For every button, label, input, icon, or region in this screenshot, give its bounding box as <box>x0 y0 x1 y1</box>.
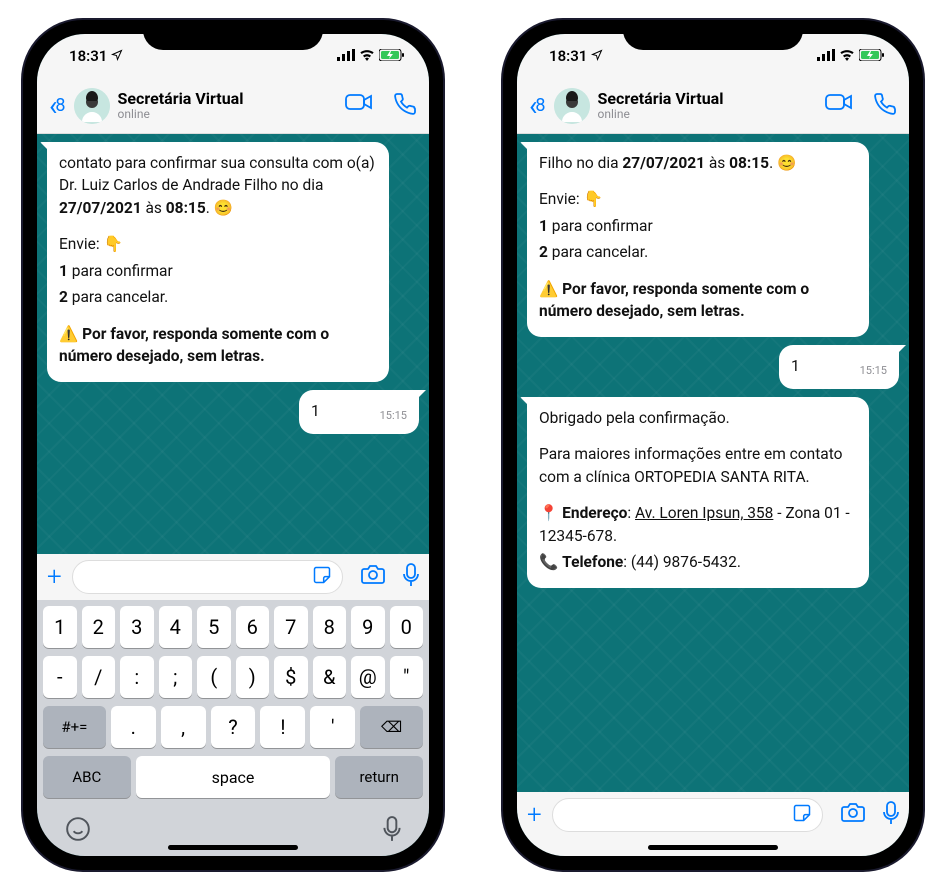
message-input[interactable] <box>552 798 823 832</box>
key-slash[interactable]: / <box>82 656 116 698</box>
contact-name: Secretária Virtual <box>598 90 817 108</box>
avatar[interactable] <box>554 88 590 124</box>
contact-status: online <box>598 108 817 121</box>
keyboard-row-3: #+= . , ? ! ' ⌫ <box>41 706 425 748</box>
phone-right: 18:31 ‹ 8 <box>503 20 923 870</box>
location-arrow-icon <box>591 47 603 65</box>
key-9[interactable]: 9 <box>351 606 385 648</box>
screen: 18:31 ‹ 8 <box>37 34 429 856</box>
key-return[interactable]: return <box>335 756 423 798</box>
phone-left: 18:31 ‹ 8 <box>23 20 443 870</box>
back-count: 8 <box>55 95 65 116</box>
chat-header: ‹ 8 Secretária Virtual online <box>37 78 429 134</box>
key-8[interactable]: 8 <box>313 606 347 648</box>
status-time: 18:31 <box>69 47 107 65</box>
back-button[interactable]: ‹ 8 <box>49 92 66 120</box>
message-incoming-2: Obrigado pela confirmação. Para maiores … <box>527 397 869 588</box>
message-incoming: Filho no dia 27/07/2021 às 08:15. 😊 Envi… <box>527 142 869 337</box>
contact-info[interactable]: Secretária Virtual online <box>118 90 337 121</box>
key-symbols[interactable]: #+= <box>43 706 106 748</box>
key-7[interactable]: 7 <box>274 606 308 648</box>
chat-area[interactable]: contato para confirmar sua consulta com … <box>37 134 429 554</box>
keyboard-row-1: 1 2 3 4 5 6 7 8 9 0 <box>41 606 425 648</box>
chat-area[interactable]: Filho no dia 27/07/2021 às 08:15. 😊 Envi… <box>517 134 909 792</box>
wifi-icon <box>359 47 375 65</box>
camera-icon[interactable] <box>361 564 385 590</box>
message-outgoing: 1 15:15 <box>779 345 899 389</box>
emoji-icon[interactable] <box>65 816 91 846</box>
key-colon[interactable]: : <box>120 656 154 698</box>
signal-icon <box>337 47 355 65</box>
key-0[interactable]: 0 <box>390 606 424 648</box>
location-arrow-icon <box>111 47 123 65</box>
plus-icon[interactable]: + <box>527 800 542 830</box>
wifi-icon <box>839 47 855 65</box>
dictation-icon[interactable] <box>383 816 401 846</box>
phone-call-icon[interactable] <box>393 92 417 120</box>
home-indicator[interactable] <box>648 845 778 850</box>
key-6[interactable]: 6 <box>236 606 270 648</box>
keyboard-row-2: - / : ; ( ) $ & @ " <box>41 656 425 698</box>
home-indicator[interactable] <box>168 845 298 850</box>
video-call-icon[interactable] <box>825 92 853 120</box>
plus-icon[interactable]: + <box>47 562 62 592</box>
back-button[interactable]: ‹ 8 <box>529 92 546 120</box>
key-period[interactable]: . <box>111 706 156 748</box>
notch <box>143 20 323 50</box>
notch <box>623 20 803 50</box>
key-4[interactable]: 4 <box>159 606 193 648</box>
message-incoming: contato para confirmar sua consulta com … <box>47 142 389 382</box>
keyboard-bottom <box>41 806 425 850</box>
video-call-icon[interactable] <box>345 92 373 120</box>
keyboard: 1 2 3 4 5 6 7 8 9 0 - / : ; ( ) $ & @ <box>37 600 429 856</box>
contact-info[interactable]: Secretária Virtual online <box>598 90 817 121</box>
message-input[interactable] <box>72 560 343 594</box>
screen: 18:31 ‹ 8 <box>517 34 909 856</box>
contact-status: online <box>118 108 337 121</box>
key-3[interactable]: 3 <box>120 606 154 648</box>
message-time: 15:15 <box>860 363 887 379</box>
key-abc[interactable]: ABC <box>43 756 131 798</box>
microphone-icon[interactable] <box>403 563 419 591</box>
key-paren-open[interactable]: ( <box>197 656 231 698</box>
key-apostrophe[interactable]: ' <box>310 706 355 748</box>
signal-icon <box>817 47 835 65</box>
key-exclaim[interactable]: ! <box>260 706 305 748</box>
key-semicolon[interactable]: ; <box>159 656 193 698</box>
back-count: 8 <box>535 95 545 116</box>
key-at[interactable]: @ <box>351 656 385 698</box>
key-5[interactable]: 5 <box>197 606 231 648</box>
key-comma[interactable]: , <box>161 706 206 748</box>
key-amp[interactable]: & <box>313 656 347 698</box>
key-space[interactable]: space <box>136 756 331 798</box>
status-time: 18:31 <box>549 47 587 65</box>
battery-icon <box>859 47 885 65</box>
message-input-row: + <box>37 554 429 600</box>
key-paren-close[interactable]: ) <box>236 656 270 698</box>
key-question[interactable]: ? <box>211 706 256 748</box>
avatar[interactable] <box>74 88 110 124</box>
key-1[interactable]: 1 <box>43 606 77 648</box>
key-dollar[interactable]: $ <box>274 656 308 698</box>
key-quote[interactable]: " <box>390 656 424 698</box>
sticker-icon[interactable] <box>792 803 812 827</box>
key-dash[interactable]: - <box>43 656 77 698</box>
sticker-icon[interactable] <box>312 565 332 589</box>
battery-icon <box>379 47 405 65</box>
key-backspace[interactable]: ⌫ <box>360 706 423 748</box>
microphone-icon[interactable] <box>883 801 899 829</box>
chat-header: ‹ 8 Secretária Virtual online <box>517 78 909 134</box>
contact-name: Secretária Virtual <box>118 90 337 108</box>
message-outgoing: 1 15:15 <box>299 390 419 434</box>
camera-icon[interactable] <box>841 802 865 828</box>
key-2[interactable]: 2 <box>82 606 116 648</box>
phone-call-icon[interactable] <box>873 92 897 120</box>
message-time: 15:15 <box>380 408 407 424</box>
keyboard-row-4: ABC space return <box>41 756 425 798</box>
